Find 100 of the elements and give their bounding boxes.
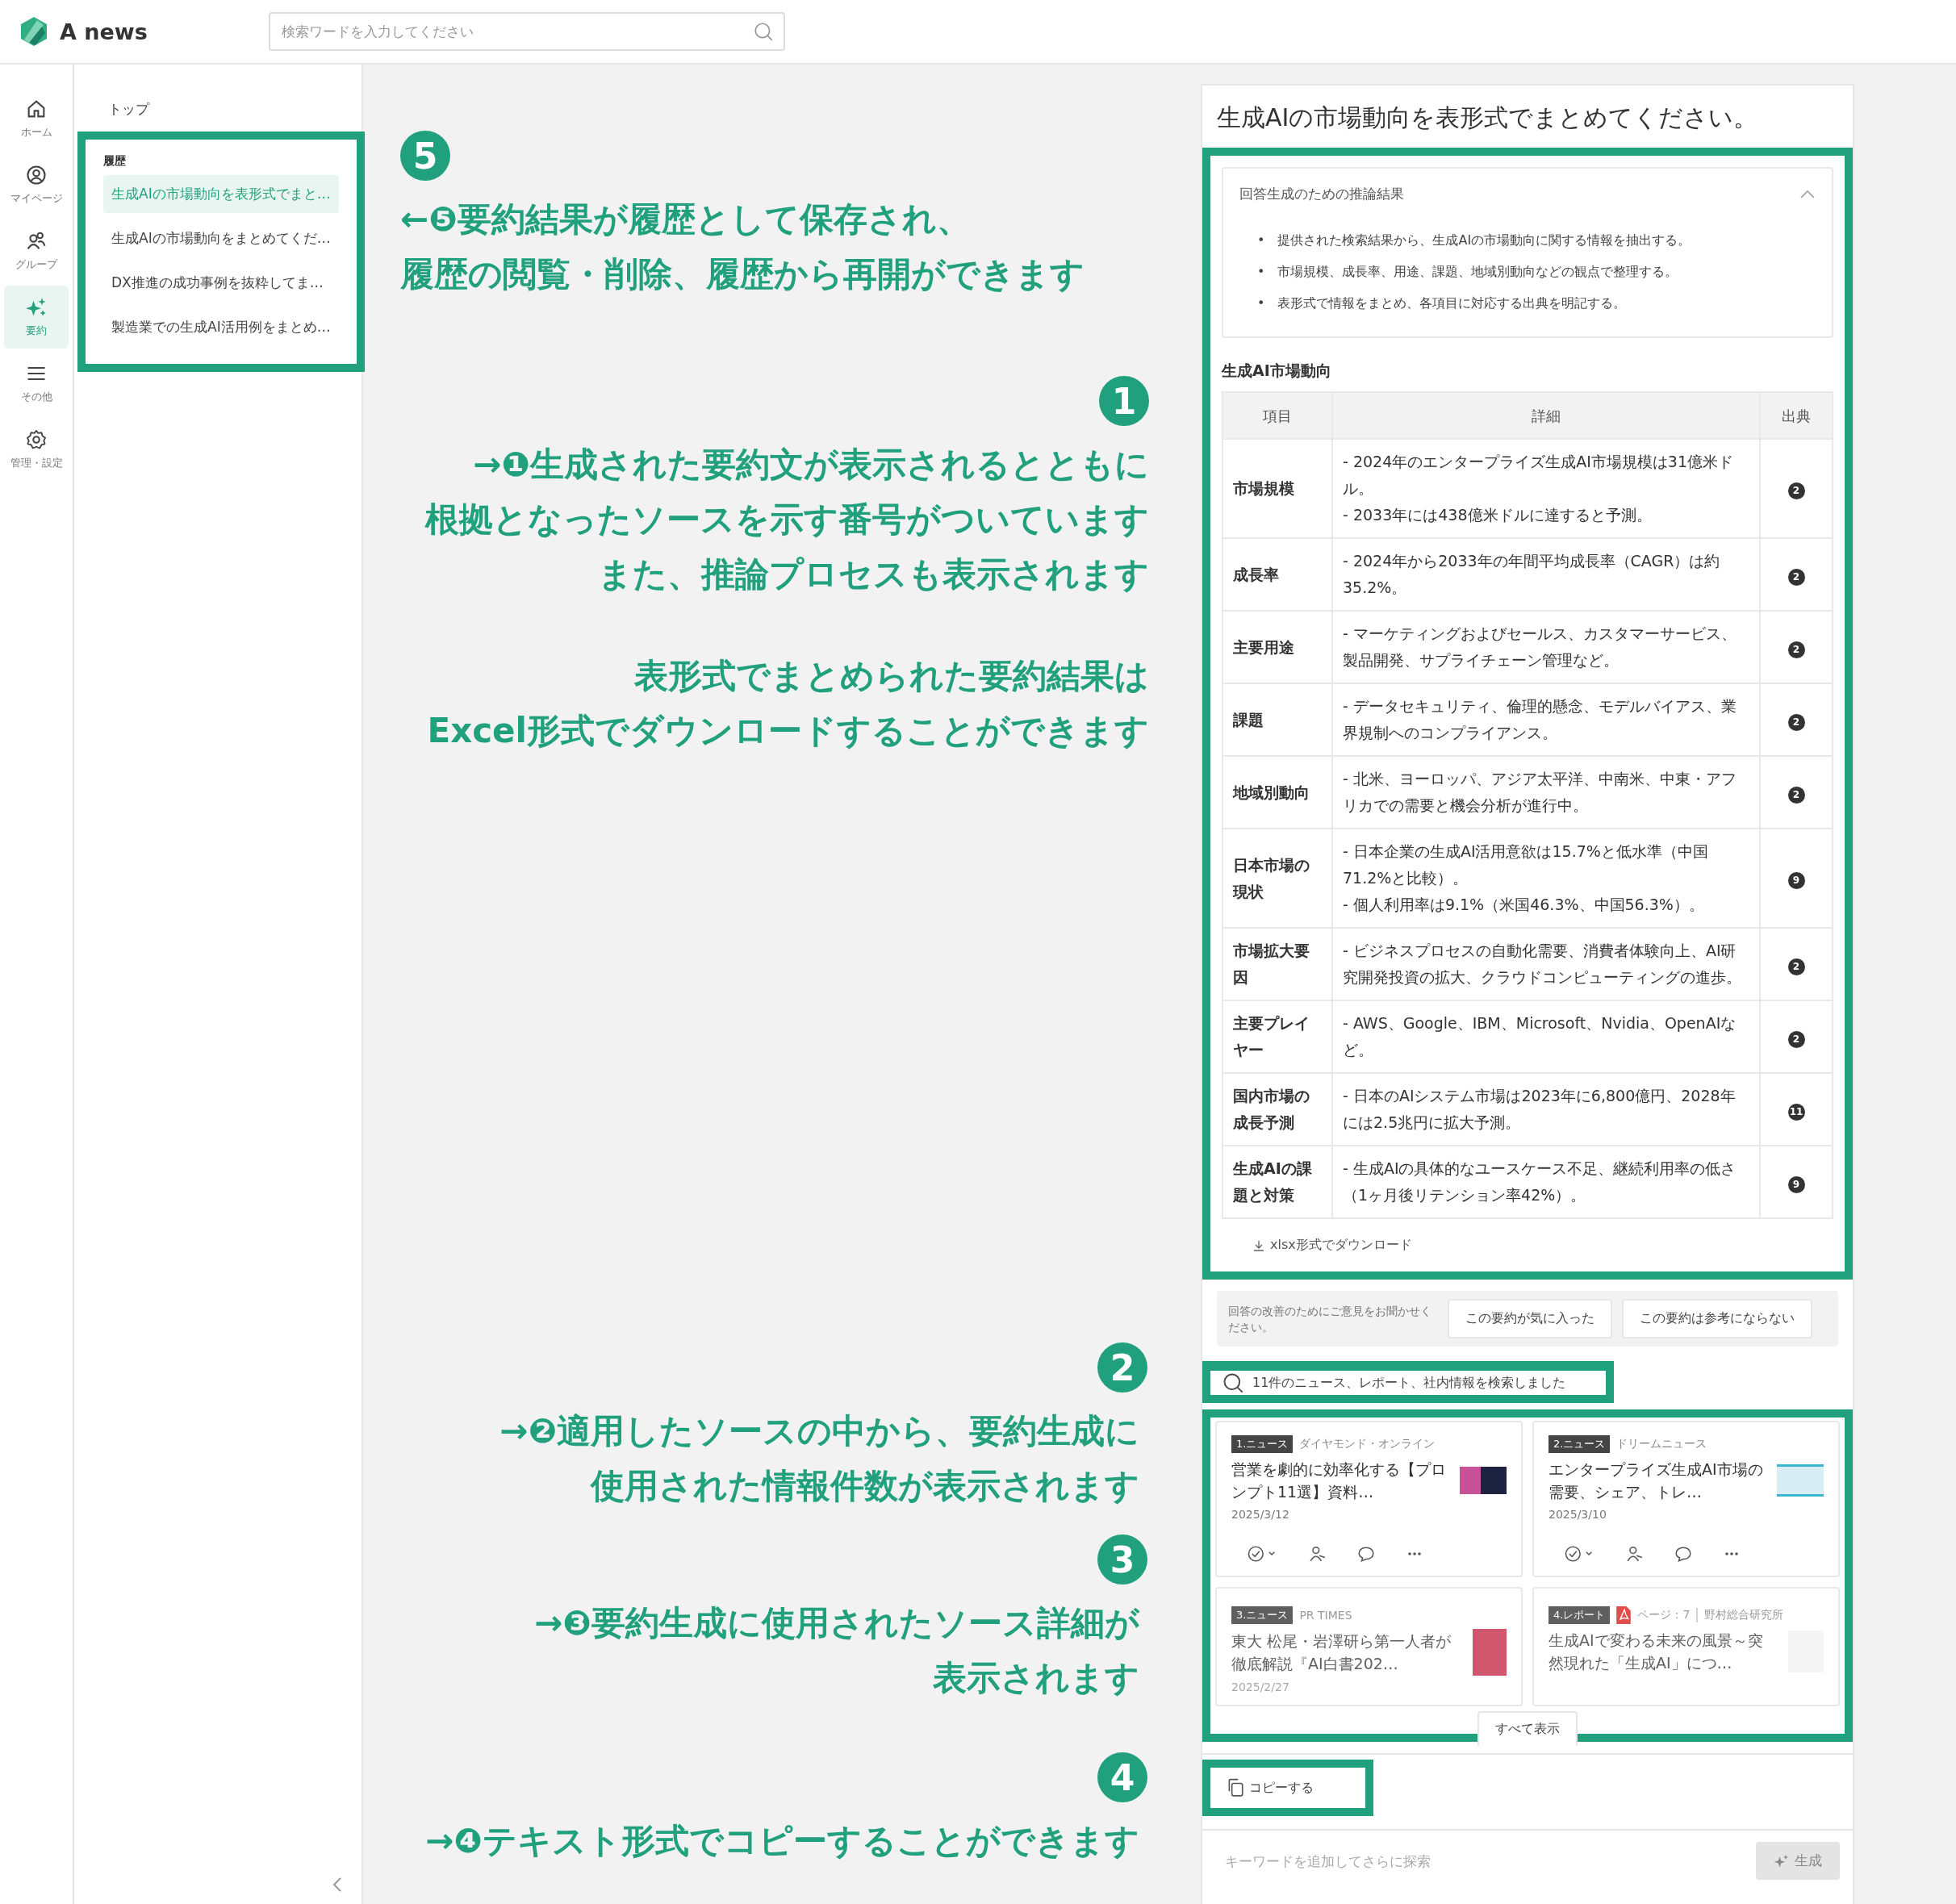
article-date: 2025/3/12	[1231, 1508, 1289, 1521]
annotation-text: また、推論プロセスも表示されます	[598, 553, 1149, 595]
table-cell: - データセキュリティ、倫理的懸念、モデルバイアス、業界規制へのコンプライアンス。	[1332, 683, 1760, 756]
chevron-left-icon[interactable]	[332, 1877, 342, 1893]
person-icon[interactable]	[1626, 1545, 1644, 1563]
number-marker: 5	[400, 131, 450, 181]
download-button[interactable]: xlsx形式でダウンロード	[1249, 1234, 1415, 1257]
table-cell: - マーケティングおよびセールス、カスタマーサービス、製品開発、サプライチェーン管理など。	[1332, 611, 1760, 683]
source-marker[interactable]: 2	[1787, 482, 1805, 499]
table-cell: 地域別動向	[1222, 756, 1332, 829]
table-header-cell: 詳細	[1332, 392, 1760, 439]
history-item[interactable]: 製造業での生成AI活用例をまとめ…	[103, 308, 339, 346]
table-cell: 成長率	[1222, 538, 1332, 611]
copy-button[interactable]: コピーする	[1227, 1778, 1314, 1798]
search-icon[interactable]	[752, 21, 774, 42]
number-marker: 2	[1097, 1342, 1147, 1393]
history-item[interactable]: DX推進の成功事例を抜粋してま…	[103, 264, 339, 302]
source-marker[interactable]: 2	[1787, 568, 1805, 586]
source-tag: 1.ニュース	[1231, 1435, 1294, 1453]
article-card[interactable]: 3.ニュース PR TIMES 東大 松尾・岩澤研ら第一人者が徹底解説『AI白書202… 2025/2/27	[1215, 1587, 1523, 1706]
annotation-text: →❶生成された要約文が表示されるとともに	[473, 444, 1149, 486]
reasoning-item: 市場規模、成長率、用途、課題、地域別動向などの観点で整理する。	[1277, 263, 1678, 281]
table-header-cell: 出典	[1760, 392, 1833, 439]
nav-item[interactable]: その他	[4, 352, 69, 415]
bullet-marker: •	[1257, 294, 1265, 312]
table-header-cell: 項目	[1222, 392, 1332, 439]
annotation-text: 使用された情報件数が表示されます	[591, 1465, 1139, 1507]
nav-item[interactable]: グループ	[4, 219, 69, 282]
copy-icon	[1227, 1778, 1244, 1798]
source-tag: 3.ニュース	[1231, 1606, 1294, 1624]
table-cell: 主要用途	[1222, 611, 1332, 683]
comment-icon[interactable]	[1357, 1545, 1375, 1563]
source-marker[interactable]: 9	[1787, 872, 1805, 889]
article-card[interactable]: 4.レポート ページ：7 野村総合研究所 生成AIで変わる未来の風景～突然現れた「生成AI」につ…	[1532, 1587, 1840, 1706]
download-icon	[1252, 1238, 1265, 1252]
table-cell: - 2024年のエンタープライズ生成AI市場規模は31億米ドル。 - 2033年には438億米ドルに達すると予測。	[1332, 439, 1760, 538]
nav-item[interactable]: ホーム	[4, 87, 69, 150]
source-marker[interactable]: 2	[1787, 1030, 1805, 1048]
article-title: 営業を劇的に効率化する【プロンプト11選】資料…	[1231, 1459, 1447, 1502]
search-field[interactable]: 検索ワードを入力してください	[268, 12, 785, 51]
table-cell: 市場規模	[1222, 439, 1332, 538]
source-name: ダイヤモンド・オンライン	[1299, 1437, 1436, 1451]
article-date: 2025/3/10	[1548, 1508, 1607, 1521]
question-title: 生成AIの市場動向を表形式でまとめてください。	[1216, 102, 1759, 133]
table-heading: 生成AI市場動向	[1222, 361, 1332, 381]
feedback-button[interactable]: この要約が気に入った	[1448, 1299, 1612, 1338]
annotation-text: →❹テキスト形式でコピーすることができます	[425, 1820, 1139, 1862]
more-icon[interactable]	[1406, 1551, 1423, 1556]
bullet-marker: •	[1257, 263, 1265, 281]
source-marker[interactable]: 2	[1787, 641, 1805, 658]
breadcrumb-link[interactable]: トップ	[108, 100, 149, 119]
source-name: ドリームニュース	[1616, 1437, 1707, 1451]
table-cell: 国内市場の成長予測	[1222, 1073, 1332, 1146]
more-icon[interactable]	[1723, 1551, 1741, 1556]
feedback-button[interactable]: この要約は参考にならない	[1622, 1299, 1812, 1338]
annotation-text: 根拠となったソースを示す番号がついています	[425, 499, 1149, 541]
history-item[interactable]: 生成AIの市場動向をまとめてくだ…	[103, 219, 339, 257]
bullet-marker: •	[1257, 232, 1265, 249]
source-marker[interactable]: 2	[1787, 786, 1805, 804]
nav-item[interactable]: マイページ	[4, 153, 69, 216]
annotation-text: →❸要約生成に使用されたソース詳細が	[534, 1602, 1139, 1644]
person-icon[interactable]	[1309, 1545, 1327, 1563]
article-title: 生成AIで変わる未来の風景～突然現れた「生成AI」につ…	[1548, 1631, 1764, 1673]
table-cell: 主要プレイヤー	[1222, 1000, 1332, 1073]
pdf-icon	[1616, 1606, 1632, 1624]
annotation-text: ←❺要約結果が履歴として保存され、	[400, 198, 971, 240]
reasoning-title: 回答生成のための推論結果	[1239, 185, 1404, 203]
source-marker[interactable]: 9	[1787, 1175, 1805, 1193]
table-cell: - ビジネスプロセスの自動化需要、消費者体験向上、AI研究開発投資の拡大、クラウドコンピューティングの進歩。	[1332, 928, 1760, 1000]
table-cell: - 2024年から2033年の年間平均成長率（CAGR）は約35.2%。	[1332, 538, 1760, 611]
table-cell: 市場拡大要因	[1222, 928, 1332, 1000]
show-all-button[interactable]: すべて表示	[1477, 1711, 1578, 1746]
source-tag: 2.ニュース	[1548, 1435, 1611, 1453]
search-result-count: 11件のニュース、レポート、社内情報を検索しました	[1252, 1374, 1566, 1392]
source-name: PR TIMES	[1299, 1609, 1352, 1622]
table-cell: 課題	[1222, 683, 1332, 756]
article-card[interactable]: 1.ニュース ダイヤモンド・オンライン 営業を劇的に効率化する【プロンプト11選】資料… 2025/3/12	[1215, 1421, 1523, 1577]
settings-icon	[25, 428, 48, 451]
source-marker[interactable]: 11	[1787, 1103, 1805, 1121]
table-cell: - 生成AIの具体的なユースケース不足、継続利用率の低さ（1ヶ月後リテンション率42%）。	[1332, 1146, 1760, 1218]
logo-text: A news	[60, 19, 148, 44]
number-marker: 3	[1097, 1534, 1147, 1585]
article-card[interactable]: 2.ニュース ドリームニュース エンタープライズ生成AI市場の需要、シェア、トレ… 2025/3/10	[1532, 1421, 1840, 1577]
number-marker: 1	[1099, 376, 1149, 426]
article-title: エンタープライズ生成AI市場の需要、シェア、トレ…	[1548, 1459, 1764, 1502]
source-marker[interactable]: 2	[1787, 713, 1805, 731]
table-cell: 日本市場の現状	[1222, 829, 1332, 928]
nav-item[interactable]: 管理・設定	[4, 418, 69, 481]
user-icon	[25, 164, 48, 186]
source-marker[interactable]: 2	[1787, 958, 1805, 975]
source-tag: 4.レポート	[1548, 1606, 1611, 1624]
article-date: 2025/2/27	[1231, 1681, 1289, 1693]
annotation-text: 表示されます	[933, 1657, 1139, 1699]
thumbnail-placeholder	[1460, 1467, 1507, 1494]
table-cell: - AWS、Google、IBM、Microsoft、Nvidia、OpenAIなど。	[1332, 1000, 1760, 1073]
table-cell: 生成AIの課題と対策	[1222, 1146, 1332, 1218]
number-marker: 4	[1097, 1752, 1147, 1802]
reasoning-item: 提供された検索結果から、生成AIの市場動向に関する情報を抽出する。	[1277, 232, 1691, 249]
comment-icon[interactable]	[1674, 1545, 1692, 1563]
annotation-text: →❷適用したソースの中から、要約生成に	[499, 1410, 1139, 1452]
